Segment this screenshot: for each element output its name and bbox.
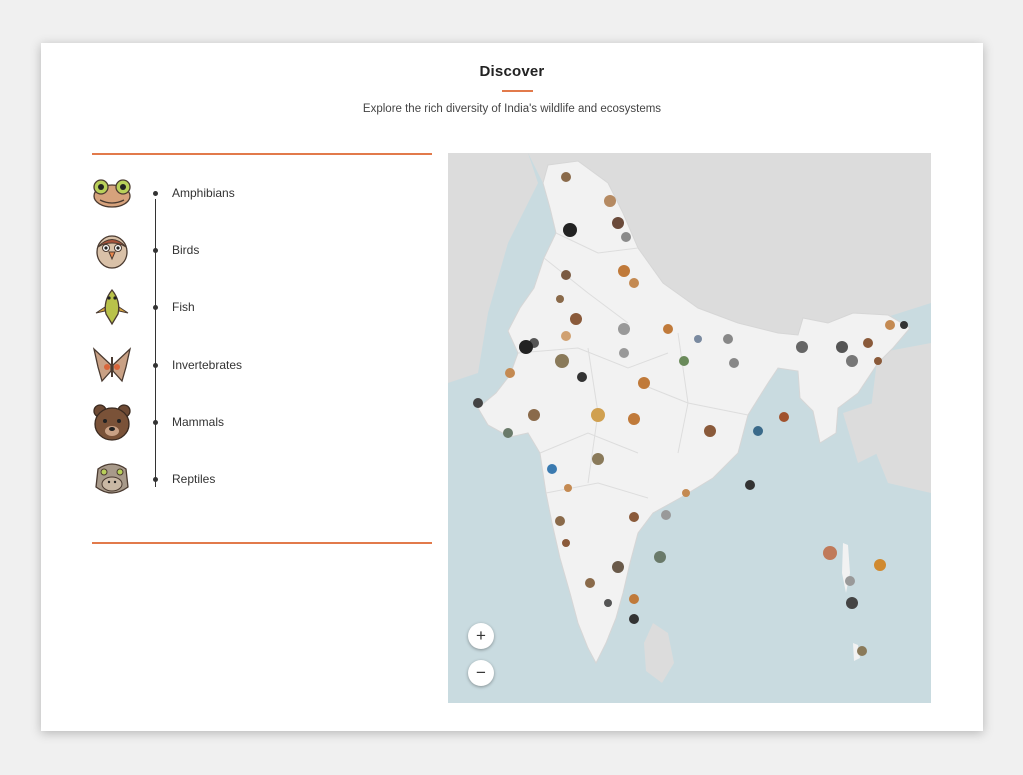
zoom-in-button[interactable]: +	[468, 623, 494, 649]
category-label: Birds	[172, 243, 200, 257]
category-label: Fish	[172, 300, 195, 314]
category-list: Amphibians Birds Fish Invertebrates Mamm…	[92, 173, 432, 513]
category-dot	[153, 420, 158, 425]
category-label: Reptiles	[172, 472, 216, 486]
category-label: Invertebrates	[172, 358, 243, 372]
category-item-reptiles[interactable]: Reptiles	[92, 459, 392, 499]
category-label: Amphibians	[172, 186, 235, 200]
butterfly-icon	[92, 347, 132, 383]
category-item-fish[interactable]: Fish	[92, 287, 392, 327]
category-item-mammals[interactable]: Mammals	[92, 402, 392, 442]
list-top-divider	[92, 153, 432, 155]
frog-icon	[93, 179, 131, 208]
map-canvas	[448, 153, 931, 683]
fish-icon	[95, 288, 129, 326]
category-item-amphibians[interactable]: Amphibians	[92, 173, 392, 213]
category-item-invertebrates[interactable]: Invertebrates	[92, 345, 392, 385]
title-underline	[502, 90, 533, 92]
page-subtitle: Explore the rich diversity of India's wi…	[362, 103, 662, 115]
crocodile-icon	[95, 463, 129, 494]
category-dot	[153, 363, 158, 368]
category-label: Mammals	[172, 415, 225, 429]
list-bottom-divider	[92, 542, 432, 544]
page-title: Discover	[479, 63, 545, 80]
category-dot	[153, 477, 158, 482]
zoom-out-button[interactable]: −	[468, 660, 494, 686]
bear-icon	[93, 404, 131, 441]
bird-icon	[96, 235, 128, 269]
india-wildlife-map[interactable]: + −	[448, 153, 931, 703]
category-dot	[153, 305, 158, 310]
category-dot	[153, 248, 158, 253]
category-item-birds[interactable]: Birds	[92, 230, 392, 270]
discover-card: Discover Explore the rich diversity of I…	[41, 43, 983, 731]
category-dot	[153, 191, 158, 196]
